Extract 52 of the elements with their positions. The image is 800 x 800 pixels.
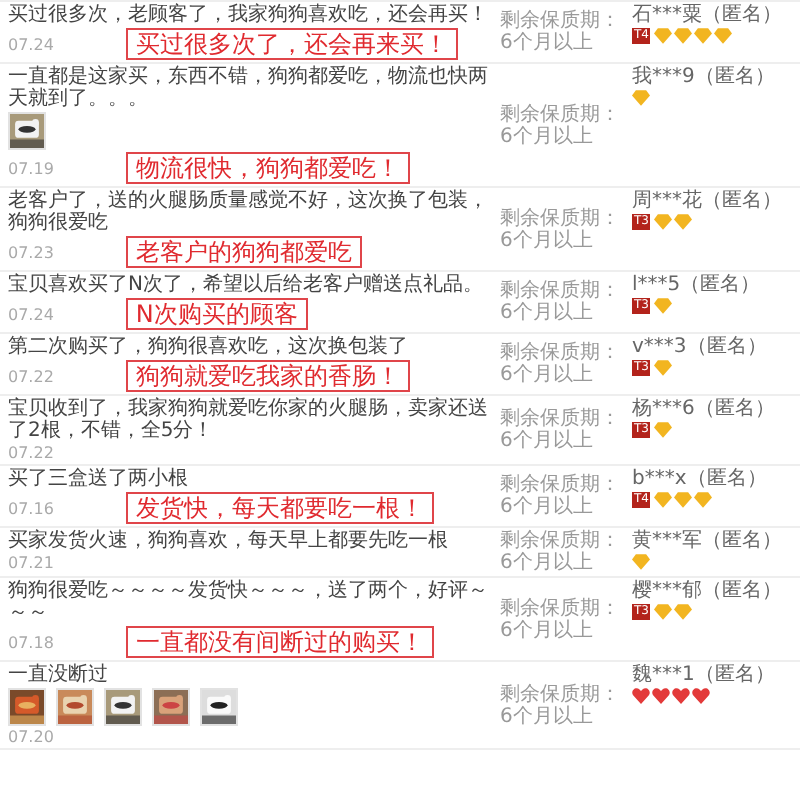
- user-name: l***5（匿名）: [632, 274, 763, 296]
- callout-note: N次购买的顾客: [125, 298, 308, 330]
- user-name: 杨***6（匿名）: [632, 398, 777, 420]
- review-text: 一直没断过: [8, 664, 110, 686]
- diamond-icon: [632, 90, 650, 106]
- review-text: 狗狗很爱吃～～～～发货快～～～，送了两个，好评～～～: [8, 580, 490, 624]
- shelf-life-label: 剩余保质期：6个月以上: [500, 207, 622, 251]
- review-date: 07.23: [8, 243, 54, 261]
- callout-note: 老客户的狗狗都爱吃: [125, 236, 362, 268]
- diamond-icon: [654, 360, 673, 376]
- review-text: 宝贝收到了，我家狗狗就爱吃你家的火腿肠，卖家还送了2根，不错，全5分！: [8, 398, 490, 442]
- shelf-life-label: 剩余保质期：6个月以上: [500, 342, 622, 386]
- review-date: 07.24: [8, 35, 54, 53]
- user-name: 魏***1（匿名）: [632, 664, 777, 686]
- shelf-life-label: 剩余保质期：6个月以上: [500, 683, 622, 727]
- shelf-life-label: 剩余保质期：6个月以上: [500, 280, 622, 324]
- review-text: 买了三盒送了两小根: [8, 468, 190, 490]
- review-text: 第二次购买了，狗狗很喜欢吃，这次换包装了: [8, 336, 410, 358]
- review-text: 一直都是这家买，东西不错，狗狗都爱吃，物流也快两天就到了。。。: [8, 66, 490, 110]
- diamond-icon: [654, 422, 673, 438]
- review-date: 07.24: [8, 305, 54, 323]
- user-name: 周***花（匿名）: [632, 190, 784, 212]
- review-date: 07.18: [8, 633, 54, 651]
- shelf-life-label: 剩余保质期：6个月以上: [500, 530, 622, 574]
- review-date: 07.16: [8, 499, 54, 517]
- shelf-life-label: 剩余保质期：6个月以上: [500, 10, 622, 54]
- shelf-life-label: 剩余保质期：6个月以上: [500, 103, 622, 147]
- user-name: 我***9（匿名）: [632, 66, 777, 88]
- shelf-life-label: 剩余保质期：6个月以上: [500, 474, 622, 518]
- user-name: 樱***郁（匿名）: [632, 580, 784, 602]
- callout-note: 买过很多次了，还会再来买！: [125, 28, 458, 60]
- shelf-life-label: 剩余保质期：6个月以上: [500, 408, 622, 452]
- review-date: 07.22: [8, 444, 54, 462]
- review-date: 07.19: [8, 159, 54, 177]
- callout-note: 一直都没有间断过的购买！: [125, 626, 434, 658]
- callout-note: 物流很快，狗狗都爱吃！: [125, 152, 410, 184]
- diamond-icon: [654, 298, 673, 314]
- review-text: 买家发货火速，狗狗喜欢，每天早上都要先吃一根: [8, 530, 450, 552]
- diamond-icon: [632, 554, 650, 570]
- callout-note: 发货快，每天都要吃一根！: [125, 492, 434, 524]
- shelf-life-label: 剩余保质期：6个月以上: [500, 597, 622, 641]
- review-text: 买过很多次，老顾客了，我家狗狗喜欢吃，还会再买！: [8, 4, 490, 26]
- user-name: b***x（匿名）: [632, 468, 769, 490]
- user-name: v***3（匿名）: [632, 336, 769, 358]
- user-name: 石***粟（匿名）: [632, 4, 784, 26]
- review-text: 宝贝喜欢买了N次了，希望以后给老客户赠送点礼品。: [8, 274, 485, 296]
- review-date: 07.22: [8, 367, 54, 385]
- user-name: 黄***军（匿名）: [632, 530, 784, 552]
- review-text: 老客户了，送的火腿肠质量感觉不好，这次换了包装，狗狗很爱吃: [8, 190, 490, 234]
- review-date: 07.20: [8, 728, 54, 746]
- review-date: 07.21: [8, 554, 54, 572]
- callout-note: 狗狗就爱吃我家的香肠！: [125, 360, 410, 392]
